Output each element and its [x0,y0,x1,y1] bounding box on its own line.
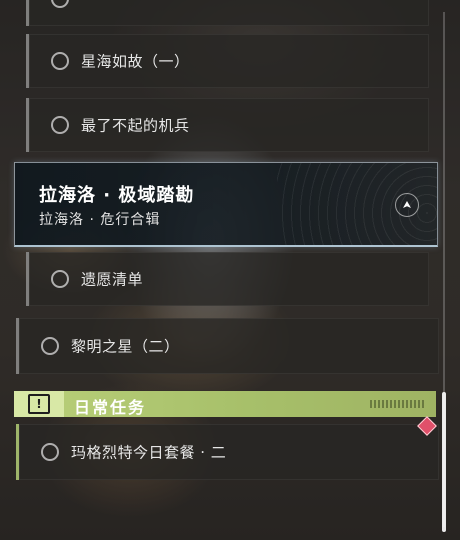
task-label: 星海如故（一） [81,52,190,71]
status-circle-icon [51,52,69,70]
status-circle-icon [41,337,59,355]
daily-header-label: 日常任务 [74,398,147,417]
status-circle-icon [51,0,69,8]
task-label: 遗愿清单 [81,270,144,289]
daily-quests-header[interactable]: ! 日常任务 [14,391,436,417]
task-label: 最了不起的机兵 [81,116,190,135]
exclamation-icon: ! [14,391,64,417]
selected-quest-card[interactable]: 拉海洛 · 极域踏勘 拉海洛 · 危行合辑 [14,162,438,247]
header-decoration [370,400,426,408]
task-item[interactable]: 星海如故（一） [26,34,429,88]
quest-title: 拉海洛 · 极域踏勘 [39,185,195,206]
task-label: 玛格烈特今日套餐 · 二 [71,443,227,462]
task-item[interactable]: 黎明之星（二） [16,318,439,374]
status-circle-icon [51,116,69,134]
task-item-partial[interactable] [26,0,429,26]
quest-subtitle: 拉海洛 · 危行合辑 [39,212,161,228]
status-circle-icon [41,443,59,461]
task-item[interactable]: 遗愿清单 [26,252,429,306]
daily-task-item[interactable]: 玛格烈特今日套餐 · 二 [16,424,439,480]
status-circle-icon [51,270,69,288]
scrollbar-thumb[interactable] [442,392,446,532]
scrollbar[interactable] [442,12,446,532]
task-item[interactable]: 最了不起的机兵 [26,98,429,152]
task-label: 黎明之星（二） [71,337,180,356]
navigation-arrow-icon[interactable] [395,193,419,217]
